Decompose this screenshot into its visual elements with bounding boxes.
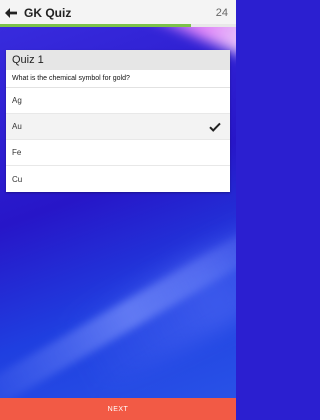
quiz-title: Quiz 1 xyxy=(6,50,230,70)
answer-option-ag[interactable]: Ag xyxy=(6,88,230,114)
option-label: Au xyxy=(12,122,22,131)
question-text: What is the chemical symbol for gold? xyxy=(6,70,230,88)
checkmark-icon xyxy=(208,120,222,134)
back-button[interactable] xyxy=(0,0,22,26)
question-count: 24 xyxy=(215,7,228,19)
option-label: Ag xyxy=(12,96,22,105)
arrow-back-icon xyxy=(5,8,17,18)
quiz-card: Quiz 1 What is the chemical symbol for g… xyxy=(6,50,230,192)
app-title: GK Quiz xyxy=(24,6,72,20)
app-toolbar: GK Quiz 24 xyxy=(0,0,236,26)
answer-option-cu[interactable]: Cu xyxy=(6,166,230,192)
option-label: Cu xyxy=(12,174,23,184)
option-label: Fe xyxy=(12,148,22,157)
next-button[interactable]: NEXT xyxy=(0,398,236,420)
progress-fill xyxy=(0,24,192,27)
answer-option-fe[interactable]: Fe xyxy=(6,140,230,166)
next-label: NEXT xyxy=(107,405,129,413)
progress-bar xyxy=(0,24,236,27)
answer-option-au[interactable]: Au xyxy=(6,114,230,140)
